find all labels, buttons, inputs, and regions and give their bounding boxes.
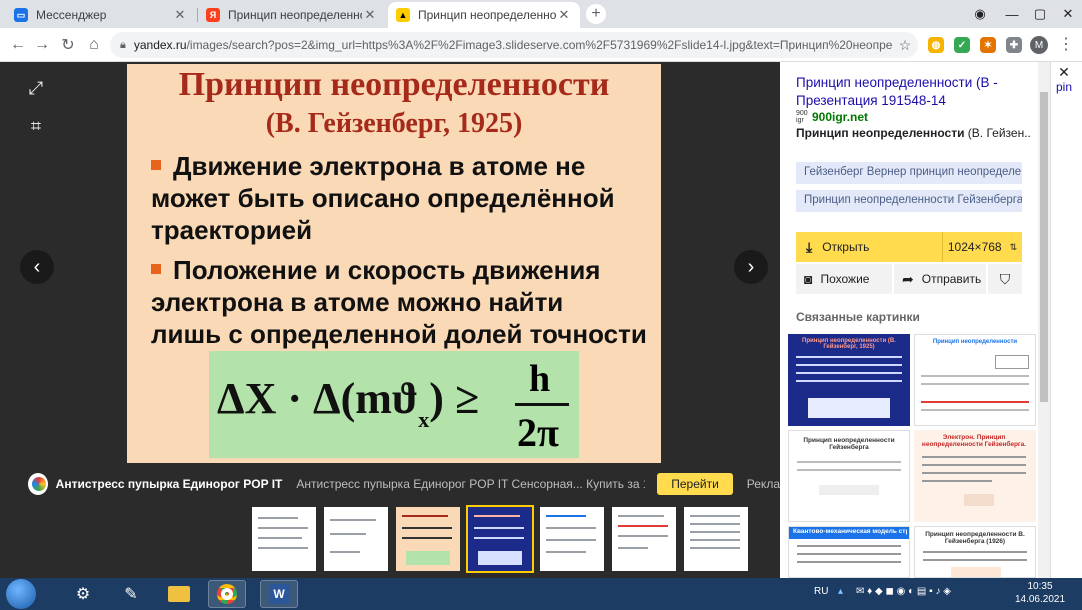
fraction-bar (515, 403, 569, 406)
address-bar[interactable]: 🔒︎ yandex.ru/images/search?pos=2&img_url… (110, 32, 918, 58)
extensions-puzzle-icon[interactable]: ✚ (1006, 37, 1022, 53)
expand-icon[interactable]: ⤢ (22, 74, 50, 102)
related-image[interactable]: Квантово-механическая модель строения ат… (788, 526, 910, 578)
yandex-images-icon: ▲ (396, 8, 410, 22)
thumbnail-strip (0, 500, 780, 578)
related-image[interactable]: Принцип неопределенности (914, 334, 1036, 426)
close-icon[interactable]: ✕ (362, 7, 378, 23)
slide-bullet-1: Движение электрона в атоме не может быть… (151, 151, 615, 245)
back-arrow-icon[interactable]: ← (6, 33, 30, 57)
url-text: yandex.ru/images/search?pos=2&img_url=ht… (133, 38, 892, 52)
bullet-square-icon (151, 160, 161, 171)
related-image[interactable]: Принцип неопределенности (В. Гейзенберг,… (788, 334, 910, 426)
chrome-icon[interactable] (208, 580, 246, 608)
updown-icon: ⇅ (1009, 241, 1018, 252)
window-close-button[interactable]: ✕ (1052, 0, 1082, 28)
slide-image: Принцип неопределенности (В. Гейзенберг,… (127, 64, 661, 463)
side-strip (1050, 62, 1082, 578)
home-icon[interactable]: ⌂ (82, 33, 106, 57)
close-icon[interactable]: ✕ (556, 7, 572, 23)
formula-denominator: 2π (517, 410, 559, 455)
similar-button[interactable]: ◙ Похожие (796, 264, 892, 294)
tray-chevron-icon[interactable]: ▴ (838, 586, 843, 597)
messenger-icon: ▭ (14, 8, 28, 22)
yandex-icon: Я (206, 8, 220, 22)
share-button[interactable]: ➦ Отправить (894, 264, 986, 294)
thumbnail[interactable] (612, 507, 676, 571)
steam-icon[interactable]: ⚙ (64, 580, 102, 608)
formula-numerator: h (529, 358, 551, 400)
extension-shield-icon[interactable]: ✓ (954, 37, 970, 53)
related-image[interactable]: Электрон. Принцип неопределенности Гейзе… (914, 430, 1036, 522)
forward-arrow-icon[interactable]: → (30, 33, 54, 57)
uncertainty-formula: ΔX · Δ(mϑx) ≥ h 2π (209, 351, 579, 458)
language-indicator[interactable]: RU (814, 586, 828, 597)
bookmark-icon: ⛉ (999, 270, 1011, 287)
close-icon[interactable]: ✕ (172, 7, 188, 23)
related-image[interactable]: Принцип неопределенности В. Гейзенберга … (914, 526, 1036, 578)
tray-icons[interactable]: ✉ ♦ ◆ ◼ ◉ ◐ ▤ ▪ ♪ ◈ (856, 586, 951, 597)
source-favicon: 900 igr (796, 110, 808, 124)
image-source-title[interactable]: Принцип неопределенности (В - Презентаци… (796, 74, 1028, 110)
ad-logo-icon (28, 473, 48, 495)
thumbnail-selected[interactable] (466, 505, 534, 573)
share-arrow-icon: ➦ (902, 270, 914, 287)
tab-yandex-images[interactable]: ▲ Принцип неопределенности Ге ✕ (388, 2, 580, 28)
browser-toolbar: ← → ↻ ⌂ 🔒︎ yandex.ru/images/search?pos=2… (0, 28, 1082, 62)
panel-scrollbar[interactable] (1038, 62, 1050, 578)
tab-yandex-search[interactable]: Я Принцип неопределенности Ге ✕ (198, 2, 386, 28)
extension-fox-icon[interactable]: ✶ (980, 37, 996, 53)
media-icon[interactable]: ◉ (964, 0, 996, 28)
open-button[interactable]: ⤓ Открыть (796, 232, 942, 262)
related-image[interactable]: Принцип неопределенности Гейзенберга (788, 430, 910, 522)
thumbnail[interactable] (684, 507, 748, 571)
bullet-square-icon (151, 264, 161, 275)
next-arrow-icon[interactable]: › (734, 250, 768, 284)
thumbnail[interactable] (540, 507, 604, 571)
folder-icon[interactable] (160, 580, 198, 608)
side-strip-text: рin (1056, 80, 1073, 94)
image-description: Принцип неопределенности (В. Гейзен... (796, 126, 1032, 140)
kebab-menu-icon[interactable]: ⋮ (1058, 36, 1074, 54)
thumbnail[interactable] (324, 507, 388, 571)
slide-bullet-2: Положение и скорость движения электрона … (151, 255, 647, 349)
camera-icon: ◙ (804, 271, 813, 287)
bookmark-button[interactable]: ⛉ (988, 264, 1022, 294)
image-info-panel: Принцип неопределенности (В - Презентаци… (780, 62, 1038, 578)
bookmark-star-icon[interactable]: ☆ (892, 37, 918, 54)
panel-close-icon[interactable]: ✕ (1053, 62, 1075, 82)
system-clock[interactable]: 10:35 14.06.2021 (1004, 580, 1076, 606)
prev-arrow-icon[interactable]: ‹ (20, 250, 54, 284)
scrollbar-thumb[interactable] (1040, 92, 1048, 402)
paint-icon[interactable]: ✎ (112, 580, 150, 608)
slide-title: Принцип неопределенности (178, 66, 610, 103)
lock-icon: 🔒︎ (120, 38, 126, 51)
ad-text[interactable]: Антистресс пупырка Единорог POP IT Сенсо… (296, 477, 645, 491)
source-link[interactable]: 900 igr 900igr.net (796, 110, 868, 124)
taskbar: ⚙ ✎ W RU ▴ ✉ ♦ ◆ ◼ ◉ ◐ ▤ ▪ ♪ ◈ 10:35 14.0… (0, 578, 1082, 610)
reload-icon[interactable]: ↻ (56, 33, 80, 57)
related-heading: Связанные картинки (796, 310, 920, 324)
tab-messenger[interactable]: ▭ Мессенджер ✕ (6, 2, 196, 28)
thumbnail[interactable] (396, 507, 460, 571)
word-icon[interactable]: W (260, 580, 298, 608)
ad-go-button[interactable]: Перейти (657, 473, 733, 495)
screen: ▭ Мессенджер ✕ Я Принцип неопределенност… (0, 0, 1082, 610)
start-button[interactable] (6, 579, 36, 609)
new-tab-button[interactable]: + (586, 4, 606, 24)
profile-avatar[interactable]: M (1030, 36, 1048, 54)
extension-owl-icon[interactable]: ◍ (928, 37, 944, 53)
ad-mark: Рекла (746, 477, 780, 491)
related-query-chip[interactable]: Принцип неопределенности Гейзенберга... (796, 190, 1022, 212)
thumbnail[interactable] (252, 507, 316, 571)
slide-subtitle: (В. Гейзенберг, 1925) (265, 108, 523, 139)
tab-strip: ▭ Мессенджер ✕ Я Принцип неопределенност… (0, 0, 1082, 28)
download-icon: ⤓ (806, 238, 813, 255)
size-select[interactable]: 1024×768 ⇅ (942, 232, 1022, 262)
related-query-chip[interactable]: Гейзенберг Вернер принцип неопределе... (796, 162, 1022, 184)
ad-name[interactable]: Антистресс пупырка Единорог POP IT (56, 477, 283, 491)
crop-icon[interactable]: ⌗ (22, 112, 50, 140)
ad-bar: Антистресс пупырка Единорог POP IT Антис… (0, 468, 780, 500)
